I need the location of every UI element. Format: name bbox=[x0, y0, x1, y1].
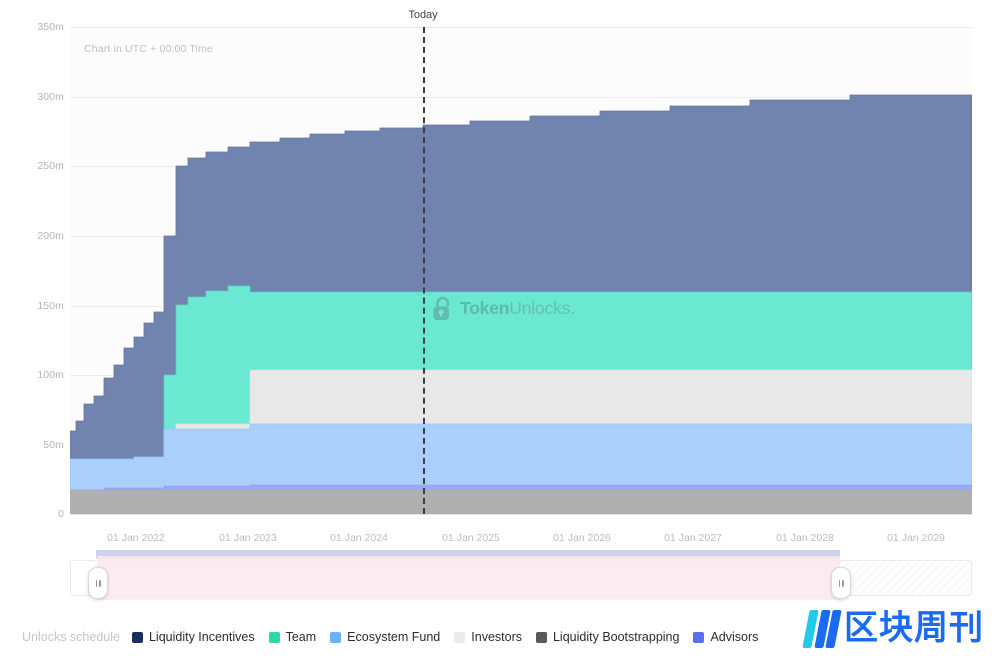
today-marker-label: Today bbox=[408, 10, 437, 21]
range-handle-right[interactable] bbox=[831, 567, 851, 599]
range-selector-selection[interactable] bbox=[97, 556, 840, 600]
range-selector[interactable] bbox=[70, 556, 972, 600]
range-selector-inactive-region bbox=[840, 561, 970, 595]
chart-legend: Unlocks schedule Liquidity Incentives Te… bbox=[22, 630, 764, 644]
range-handle-left[interactable] bbox=[88, 567, 108, 599]
grip-bar bbox=[99, 580, 101, 587]
legend-title: Unlocks schedule bbox=[22, 630, 120, 644]
legend-item-liquidity-bootstrapping[interactable]: Liquidity Bootstrapping bbox=[536, 630, 679, 644]
series-liquidity-bootstrapping bbox=[70, 490, 972, 514]
legend-label: Liquidity Bootstrapping bbox=[553, 630, 679, 644]
legend-swatch-icon bbox=[693, 632, 704, 643]
legend-label: Team bbox=[286, 630, 317, 644]
publisher-logo: 区块周刊 bbox=[806, 608, 984, 648]
legend-item-liquidity-incentives[interactable]: Liquidity Incentives bbox=[132, 630, 255, 644]
logo-text: 区块周刊 bbox=[844, 611, 984, 645]
legend-item-investors[interactable]: Investors bbox=[454, 630, 522, 644]
legend-swatch-icon bbox=[269, 632, 280, 643]
legend-swatch-icon bbox=[454, 632, 465, 643]
today-marker-line bbox=[423, 27, 425, 514]
legend-label: Ecosystem Fund bbox=[347, 630, 440, 644]
legend-label: Investors bbox=[471, 630, 522, 644]
x-axis-tick-2022: 01 Jan 2022 bbox=[76, 533, 196, 544]
chart-page: 350m 300m 250m 200m 150m 100m 50m 0 bbox=[0, 0, 992, 661]
x-axis-tick-2023: 01 Jan 2023 bbox=[188, 533, 308, 544]
stacked-area-series bbox=[0, 0, 992, 530]
legend-label: Advisors bbox=[710, 630, 758, 644]
legend-item-ecosystem-fund[interactable]: Ecosystem Fund bbox=[330, 630, 440, 644]
legend-swatch-icon bbox=[536, 632, 547, 643]
grip-bar bbox=[839, 580, 841, 587]
legend-swatch-icon bbox=[330, 632, 341, 643]
legend-swatch-icon bbox=[132, 632, 143, 643]
x-axis-tick-2024: 01 Jan 2024 bbox=[299, 533, 419, 544]
x-axis-tick-2025: 01 Jan 2025 bbox=[411, 533, 531, 544]
x-axis-tick-2026: 01 Jan 2026 bbox=[522, 533, 642, 544]
x-axis-tick-2028: 01 Jan 2028 bbox=[745, 533, 865, 544]
x-axis-tick-2027: 01 Jan 2027 bbox=[633, 533, 753, 544]
utc-time-note: Chart in UTC + 00:00 Time bbox=[84, 43, 213, 55]
logo-mark-icon bbox=[806, 608, 838, 648]
legend-item-team[interactable]: Team bbox=[269, 630, 317, 644]
grip-bar bbox=[96, 580, 98, 587]
chart-plot-area[interactable]: 350m 300m 250m 200m 150m 100m 50m 0 bbox=[0, 0, 992, 530]
legend-item-advisors[interactable]: Advisors bbox=[693, 630, 758, 644]
legend-label: Liquidity Incentives bbox=[149, 630, 255, 644]
grip-bar bbox=[842, 580, 844, 587]
x-axis-tick-2029: 01 Jan 2029 bbox=[856, 533, 976, 544]
